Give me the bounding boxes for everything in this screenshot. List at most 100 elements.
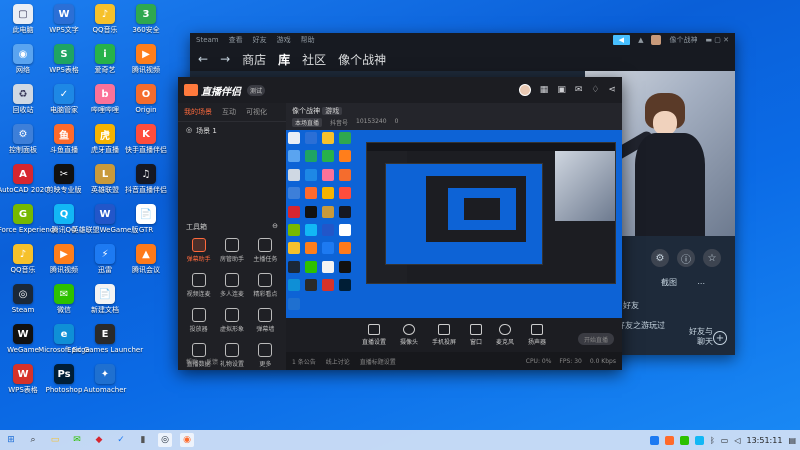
desktop-icon[interactable]: ⚡ 迅雷 (84, 244, 126, 284)
tool-item[interactable]: 多人连麦 (215, 273, 248, 298)
desktop-icon[interactable]: ✉ 微信 (43, 284, 85, 324)
desktop-icon[interactable]: 3 360安全 (125, 4, 167, 44)
steam-broadcast-button[interactable]: ◀ (612, 35, 631, 45)
steam-username[interactable]: 像个战神 (669, 35, 697, 45)
steam-menu-steam[interactable]: Steam (196, 36, 219, 44)
desktop-icon[interactable]: ◉ 网络 (2, 44, 44, 84)
desktop-icon[interactable]: ♫ 抖音直播伴侣 (125, 164, 167, 204)
app-grey-icon[interactable]: ▮ (136, 433, 150, 447)
desktop-icon[interactable]: ▶ 腾讯视频 (125, 44, 167, 84)
tool-item[interactable]: 虚拟形象 (215, 308, 248, 333)
nav-community[interactable]: 社区 (302, 51, 326, 68)
desktop-icon[interactable]: ▶ 腾讯视频 (43, 244, 85, 284)
feedback-link[interactable]: 反馈 (206, 357, 218, 366)
info-icon[interactable]: ⓘ (677, 249, 695, 267)
eye-icon[interactable]: ◎ (186, 126, 192, 136)
desktop-icon[interactable]: ♪ QQ音乐 (2, 244, 44, 284)
steam-menu-friends[interactable]: 好友 (253, 35, 267, 45)
desktop-icon[interactable]: W WPS文字 (43, 4, 85, 44)
desktop-icon[interactable]: GGeForce Experience (0, 204, 58, 244)
mic-button[interactable]: 麦克风 (496, 324, 514, 346)
desktop-icon[interactable]: ✦ Automacher (84, 364, 126, 404)
desktop-icon[interactable]: ▲ 腾讯会议 (125, 244, 167, 284)
desktop-icon[interactable]: e Microsoft Edge (38, 324, 90, 364)
steam-menu-view[interactable]: 查看 (229, 35, 243, 45)
user-avatar[interactable] (518, 84, 531, 96)
forward-arrow-icon[interactable]: → (220, 52, 230, 66)
scene-item[interactable]: ◎ 场景 1 (178, 122, 286, 140)
shop-icon[interactable]: ▣ (557, 85, 566, 95)
live-settings-button[interactable]: 直播设置 (362, 324, 386, 346)
start-live-button[interactable]: 开始直播 (578, 333, 614, 345)
tool-item[interactable]: 房管助手 (215, 238, 248, 263)
friends-chat-label[interactable]: 好友与 聊天 (689, 327, 713, 347)
media-label[interactable]: 截图 (661, 277, 677, 288)
start-icon[interactable]: ⊞ (4, 433, 18, 447)
desktop-icon[interactable]: K 快手直播伴侣 (125, 124, 167, 164)
desktop-icon[interactable]: ▢ 此电脑 (2, 4, 44, 44)
nav-library[interactable]: 库 (278, 51, 290, 68)
desktop-icon[interactable]: ♪ QQ音乐 (84, 4, 126, 44)
desktop-icon[interactable]: ⚙ 控制面板 (2, 124, 44, 164)
camera-button[interactable]: 摄像头 (400, 324, 418, 346)
steam-menu-games[interactable]: 游戏 (277, 35, 291, 45)
desktop-icon[interactable]: 鱼斗鱼直播 (43, 124, 85, 164)
steam-notify-icon[interactable]: ▲ (638, 36, 643, 44)
window-button[interactable]: 窗口 (470, 324, 482, 346)
tool-item[interactable]: 主播任务 (249, 238, 282, 263)
desktop-icon[interactable]: W WeGame (2, 324, 44, 364)
star-icon[interactable]: ☆ (703, 249, 721, 267)
message-icon[interactable]: ✉ (575, 85, 583, 95)
file-explorer-icon[interactable]: ▭ (48, 433, 62, 447)
status-mid2[interactable]: 直播标题设置 (360, 357, 396, 366)
desktop-icon[interactable]: ◎ Steam (2, 284, 44, 324)
live-icon[interactable]: ◉ (180, 433, 194, 447)
nav-profile[interactable]: 像个战神 (338, 51, 386, 68)
desktop-icon[interactable]: i 爱奇艺 (84, 44, 126, 84)
wechat-icon[interactable]: ✉ (70, 433, 84, 447)
steam-avatar[interactable] (651, 35, 662, 45)
back-arrow-icon[interactable]: ← (198, 52, 208, 66)
desktop-icon[interactable]: W WPS表格 (2, 364, 44, 404)
tool-item[interactable]: 礼物设置 (215, 343, 248, 368)
help-link[interactable]: 帮助 (186, 357, 198, 366)
tool-item[interactable]: 投放器 (182, 308, 215, 333)
search-icon[interactable]: ⌕ (26, 433, 40, 447)
clock[interactable]: 13:51:11 (747, 436, 783, 445)
desktop-icon[interactable]: A AutoCAD 2020 (0, 164, 49, 204)
desktop-icon[interactable]: Q 腾讯QQ (43, 204, 85, 244)
tray-app-icon[interactable] (664, 435, 674, 445)
collapse-icon[interactable]: ⊖ (272, 222, 278, 232)
desktop-icon[interactable]: Ps Photoshop (43, 364, 85, 404)
room-title[interactable]: 像个战神 (292, 107, 320, 115)
desktop-icon[interactable]: ✂ 剪映专业版 (43, 164, 85, 204)
desktop-icon[interactable]: W 英雄联盟WeGame版 (72, 204, 138, 244)
grid-icon[interactable]: ▦ (540, 85, 549, 95)
tab-scenes[interactable]: 我的场景 (184, 107, 212, 117)
desktop-icon[interactable]: b 哔哩哔哩 (84, 84, 126, 124)
stream-preview[interactable] (286, 130, 622, 319)
gear-icon[interactable]: ⚙ (651, 249, 669, 267)
tool-item[interactable]: 更多 (249, 343, 282, 368)
tab-visual[interactable]: 可视化 (246, 107, 267, 117)
speaker-button[interactable]: 扬声器 (528, 324, 546, 346)
room-tag[interactable]: 游戏 (322, 107, 343, 115)
bell-icon[interactable]: ♢ (591, 85, 599, 95)
nav-store[interactable]: 商店 (242, 51, 266, 68)
tool-item[interactable]: 弹幕助手 (182, 238, 215, 263)
tool-item[interactable]: 视频连麦 (182, 273, 215, 298)
desktop-icon[interactable]: 虎虎牙直播 (84, 124, 126, 164)
app-check-icon[interactable]: ✓ (114, 433, 128, 447)
tray-qq-icon[interactable] (694, 435, 704, 445)
steam-menu-help[interactable]: 帮助 (301, 35, 315, 45)
desktop-icon[interactable]: 📄 新建文档 (84, 284, 126, 324)
desktop-icon[interactable]: ♻ 回收站 (2, 84, 44, 124)
network-icon[interactable]: ▭ (721, 436, 729, 445)
bluetooth-icon[interactable]: ᛒ (710, 436, 715, 445)
tool-item[interactable]: 弹幕墙 (249, 308, 282, 333)
desktop-icon[interactable]: L 英雄联盟 (84, 164, 126, 204)
live-app-window[interactable]: 直播伴侣 测试 ▦ ▣ ✉ ♢ ⋖ 我的场景 互动 可视化 ◎ 场景 1 工具箱… (178, 77, 622, 370)
desktop-icon[interactable]: S WPS表格 (43, 44, 85, 84)
desktop-icon[interactable]: ✓ 电脑管家 (43, 84, 85, 124)
desktop-icon[interactable]: O Origin (125, 84, 167, 124)
